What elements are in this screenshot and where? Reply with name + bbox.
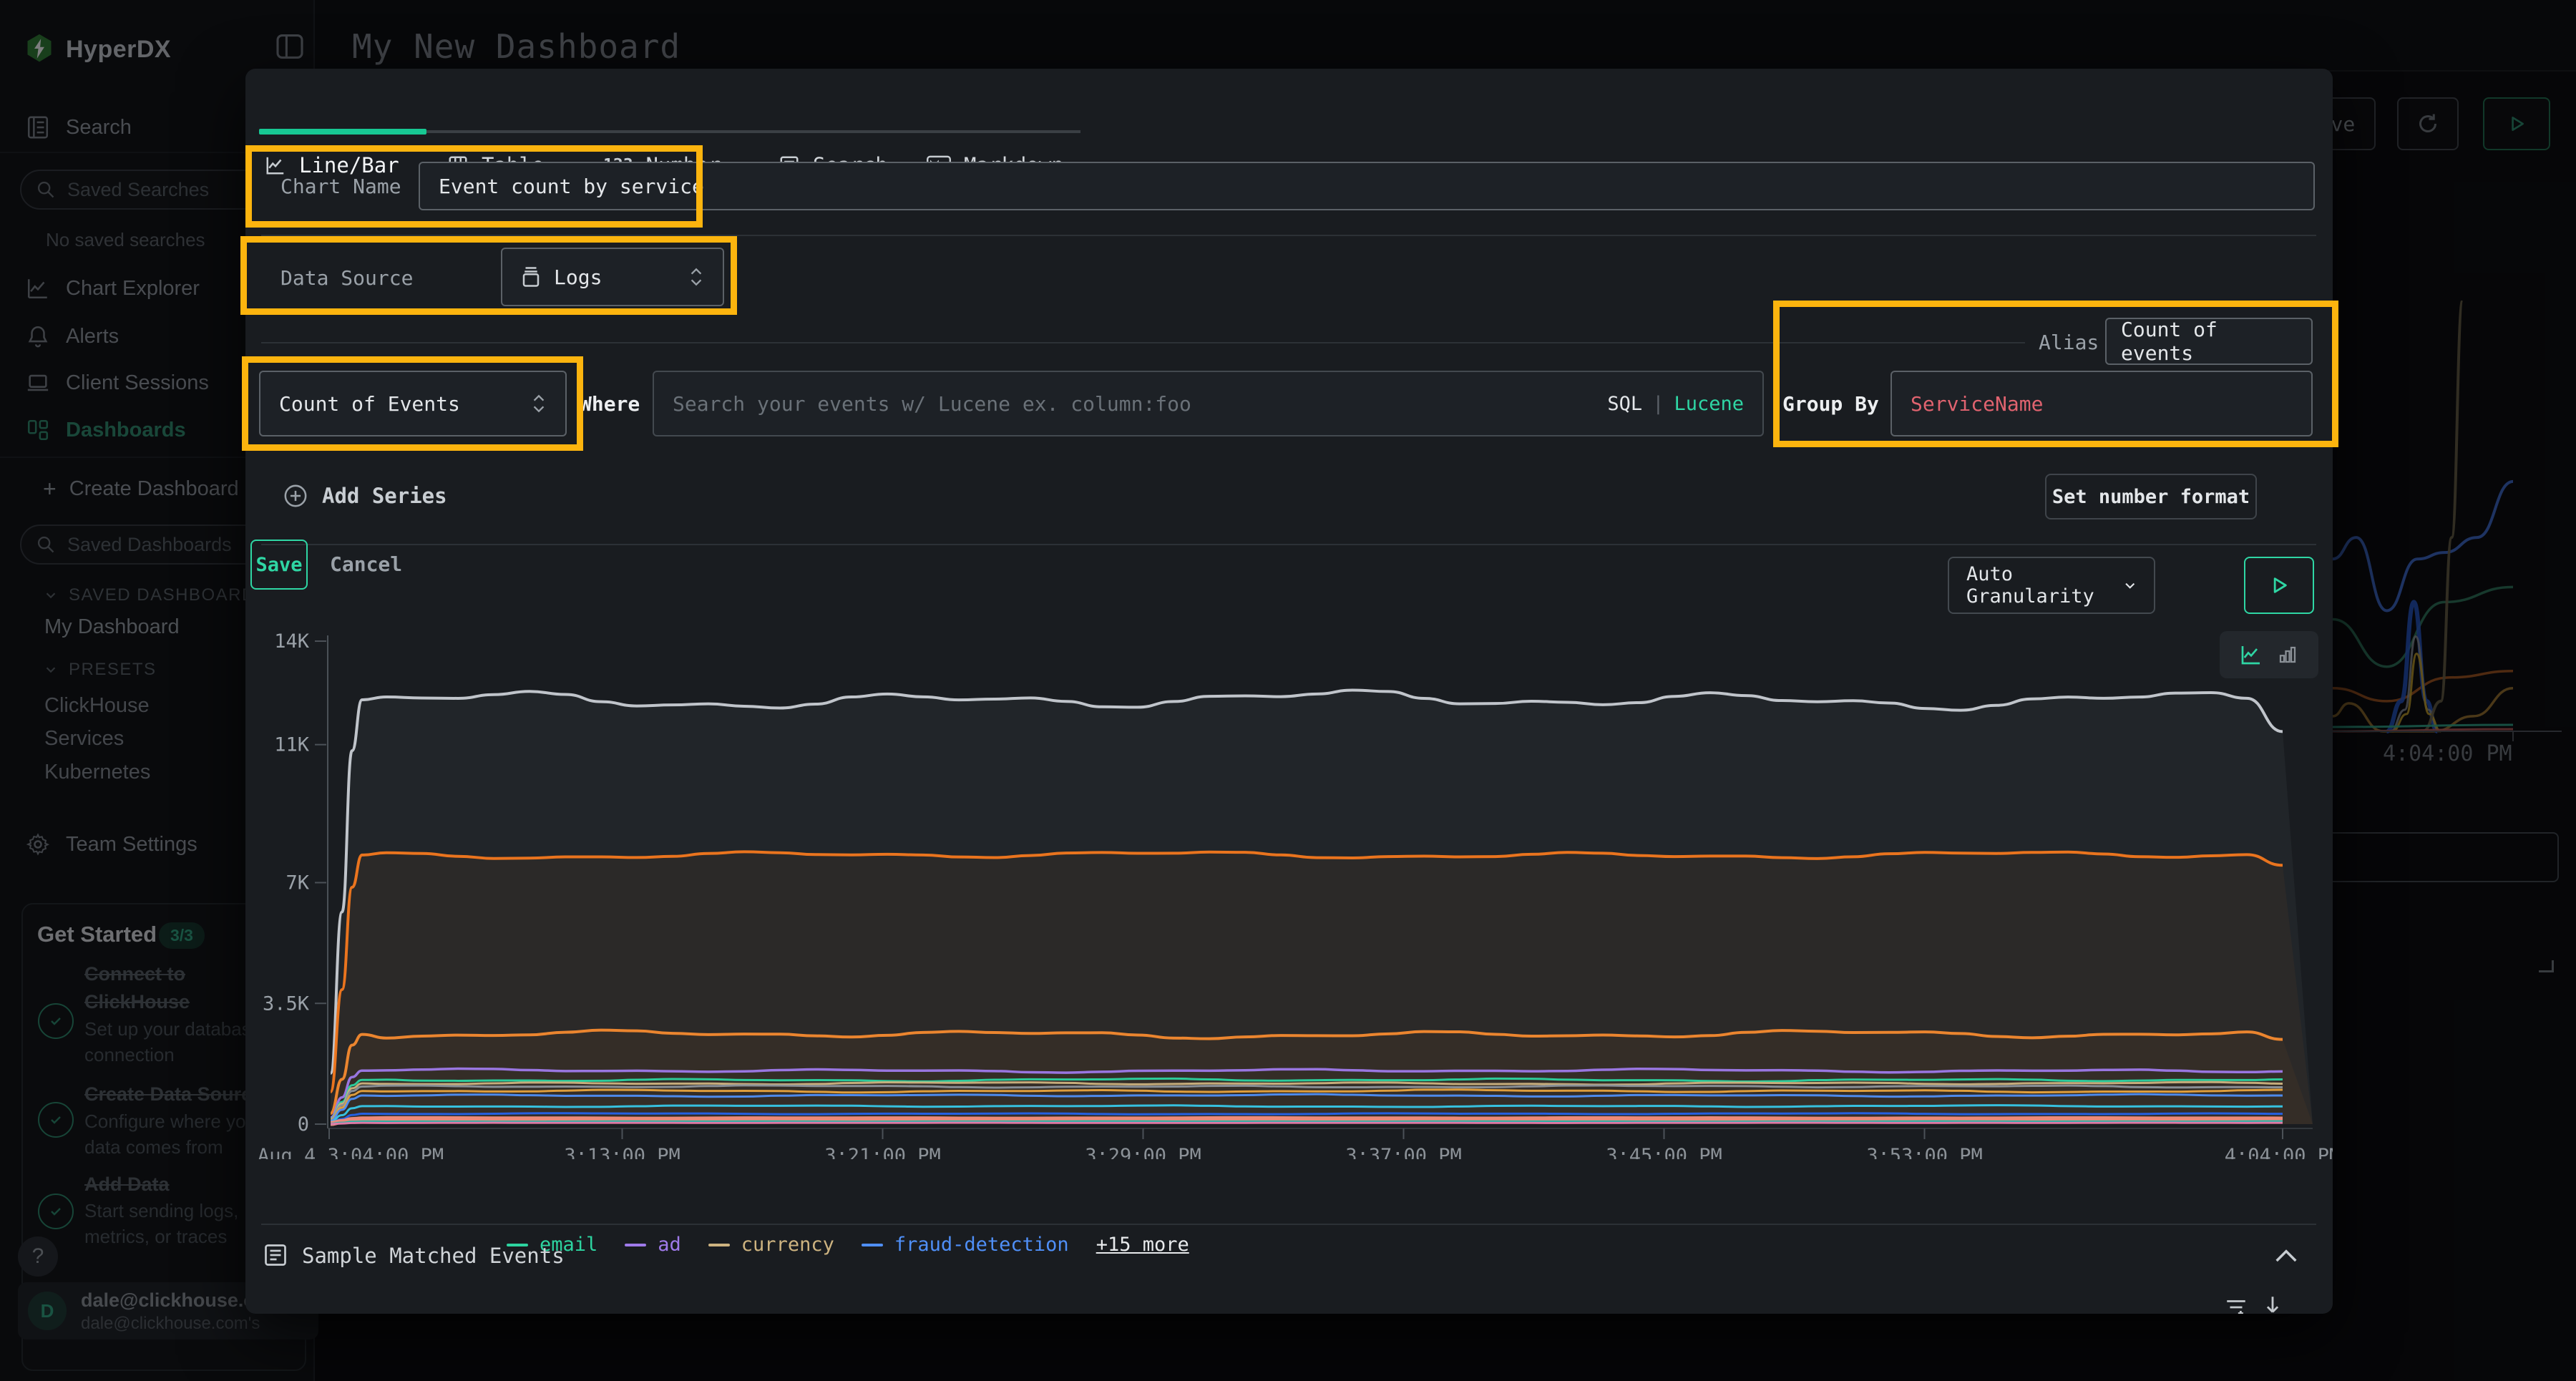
run-query-button[interactable] [2244, 557, 2314, 614]
svg-text:Aug 4 3:04:00 PM: Aug 4 3:04:00 PM [258, 1145, 444, 1159]
svg-text:3:21:00 PM: 3:21:00 PM [824, 1145, 941, 1159]
legend-item[interactable]: fraud-detection [862, 1234, 1069, 1256]
chevron-down-icon [2123, 576, 2137, 595]
legend-swatch [708, 1244, 730, 1246]
legend-more-link[interactable]: +15 more [1096, 1234, 1189, 1256]
play-icon [2269, 575, 2289, 595]
legend-label: currency [741, 1234, 834, 1256]
svg-text:3.5K: 3.5K [263, 992, 310, 1015]
legend-swatch [625, 1244, 646, 1246]
query-language-toggle[interactable]: SQL | Lucene [1607, 393, 1744, 415]
plus-circle-icon [283, 484, 308, 508]
where-label: Where [580, 392, 640, 416]
set-number-format-button[interactable]: Set number format [2045, 474, 2257, 519]
svg-text:7K: 7K [286, 872, 309, 894]
legend-label: +15 more [1096, 1234, 1189, 1256]
granularity-select[interactable]: Auto Granularity [1948, 557, 2155, 614]
series-chart[interactable]: 0 3.5K 7K 11K 14K Aug 4 3:04:00 PM 3:13:00 PM 3… [245, 630, 2333, 1159]
section-divider [261, 544, 2316, 545]
sort-descending-icon[interactable] [2262, 1294, 2283, 1314]
svg-text:0: 0 [298, 1113, 309, 1136]
sample-events-title: Sample Matched Events [302, 1244, 565, 1268]
legend-item[interactable]: currency [708, 1234, 834, 1256]
svg-text:11K: 11K [274, 734, 310, 756]
where-input[interactable]: Search your events w/ Lucene ex. column:… [653, 371, 1764, 436]
svg-text:14K: 14K [274, 630, 310, 653]
annotation-box-alias-group-by [1773, 301, 2338, 447]
sample-events-icon [263, 1242, 288, 1268]
add-series-button[interactable]: Add Series [283, 484, 447, 508]
legend-label: ad [658, 1234, 681, 1256]
where-placeholder: Search your events w/ Lucene ex. column:… [673, 392, 1191, 416]
tab-bar-track [426, 130, 1080, 133]
annotation-box-aggregation [242, 356, 583, 451]
svg-text:3:29:00 PM: 3:29:00 PM [1085, 1145, 1201, 1159]
legend-label: fraud-detection [894, 1234, 1069, 1256]
chart-legend: emailadcurrencyfraud-detection+15 more [507, 1234, 1189, 1256]
svg-text:4:04:00 PM: 4:04:00 PM [2225, 1145, 2333, 1159]
save-button[interactable]: Save [250, 540, 308, 590]
annotation-box-chart-name [245, 145, 703, 228]
screen: HyperDX Search Saved Searches No saved s… [0, 0, 2576, 1381]
svg-text:3:45:00 PM: 3:45:00 PM [1606, 1145, 1722, 1159]
section-divider [261, 1224, 2316, 1225]
chart-name-input[interactable]: Event count by service [419, 162, 2315, 210]
chevron-up-icon[interactable] [2275, 1246, 2298, 1264]
series-divider [261, 342, 2025, 343]
legend-item[interactable]: ad [625, 1234, 681, 1256]
svg-text:3:37:00 PM: 3:37:00 PM [1345, 1145, 1462, 1159]
svg-text:3:13:00 PM: 3:13:00 PM [564, 1145, 680, 1159]
active-tab-underline [259, 129, 426, 135]
svg-text:3:53:00 PM: 3:53:00 PM [1866, 1145, 1983, 1159]
cancel-button[interactable]: Cancel [330, 552, 402, 576]
legend-swatch [862, 1244, 883, 1246]
filter-list-icon[interactable] [2224, 1297, 2248, 1314]
annotation-box-data-source [240, 236, 737, 315]
